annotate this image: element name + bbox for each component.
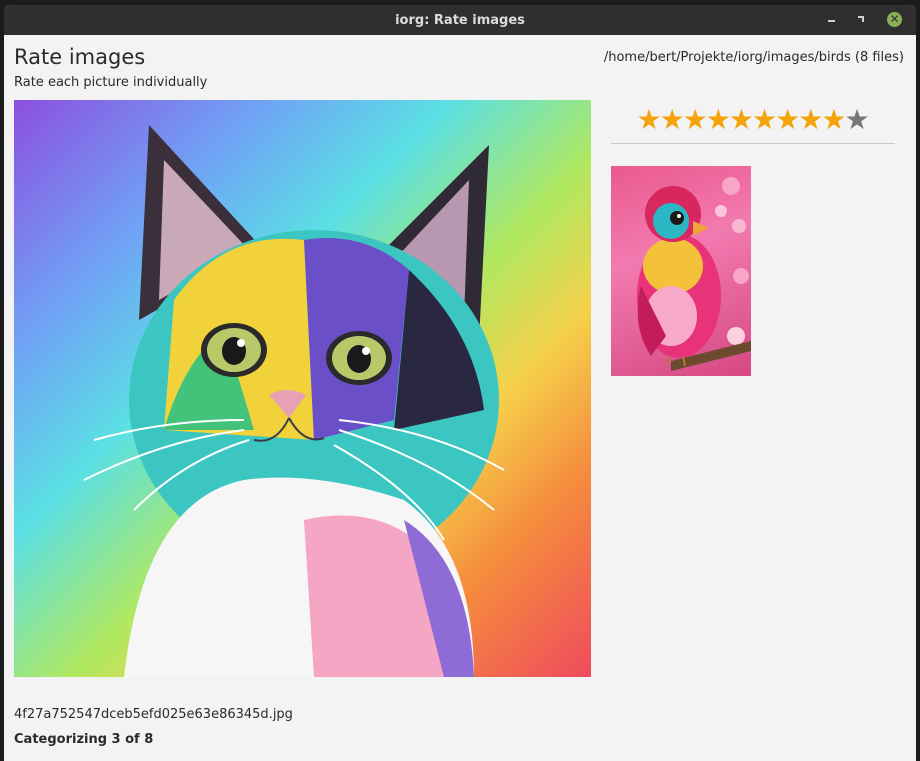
- status-text: Categorizing 3 of 8: [14, 732, 154, 747]
- star-icon[interactable]: ★: [844, 101, 869, 139]
- star-icon[interactable]: ★: [660, 101, 685, 139]
- folder-path: /home/bert/Projekte/iorg/images/birds (8…: [603, 50, 904, 65]
- star-icon[interactable]: ★: [798, 101, 823, 139]
- app-window: iorg: Rate images ✕ Rate images Rate eac…: [4, 5, 916, 761]
- minimize-icon[interactable]: [825, 13, 839, 27]
- current-filename: 4f27a752547dceb5efd025e63e86345d.jpg: [14, 707, 293, 722]
- next-image-thumbnail[interactable]: [611, 166, 751, 376]
- close-icon[interactable]: ✕: [887, 12, 902, 27]
- current-image: [14, 100, 591, 677]
- star-icon[interactable]: ★: [636, 101, 661, 139]
- stars-row[interactable]: ★★★★★★★★★★: [636, 101, 869, 139]
- maximize-icon[interactable]: [855, 13, 869, 27]
- star-icon[interactable]: ★: [729, 101, 754, 139]
- kitten-image: [83, 125, 505, 677]
- page-title: Rate images: [14, 45, 146, 69]
- window-title: iorg: Rate images: [395, 13, 525, 28]
- star-icon[interactable]: ★: [683, 101, 708, 139]
- star-icon[interactable]: ★: [752, 101, 777, 139]
- star-icon[interactable]: ★: [821, 101, 846, 139]
- star-rating[interactable]: ★★★★★★★★★★: [611, 99, 895, 144]
- star-icon[interactable]: ★: [775, 101, 800, 139]
- star-icon[interactable]: ★: [706, 101, 731, 139]
- title-bar[interactable]: iorg: Rate images ✕: [4, 5, 916, 35]
- bird-thumbnail: [637, 177, 751, 371]
- page-subtitle: Rate each picture individually: [14, 75, 208, 90]
